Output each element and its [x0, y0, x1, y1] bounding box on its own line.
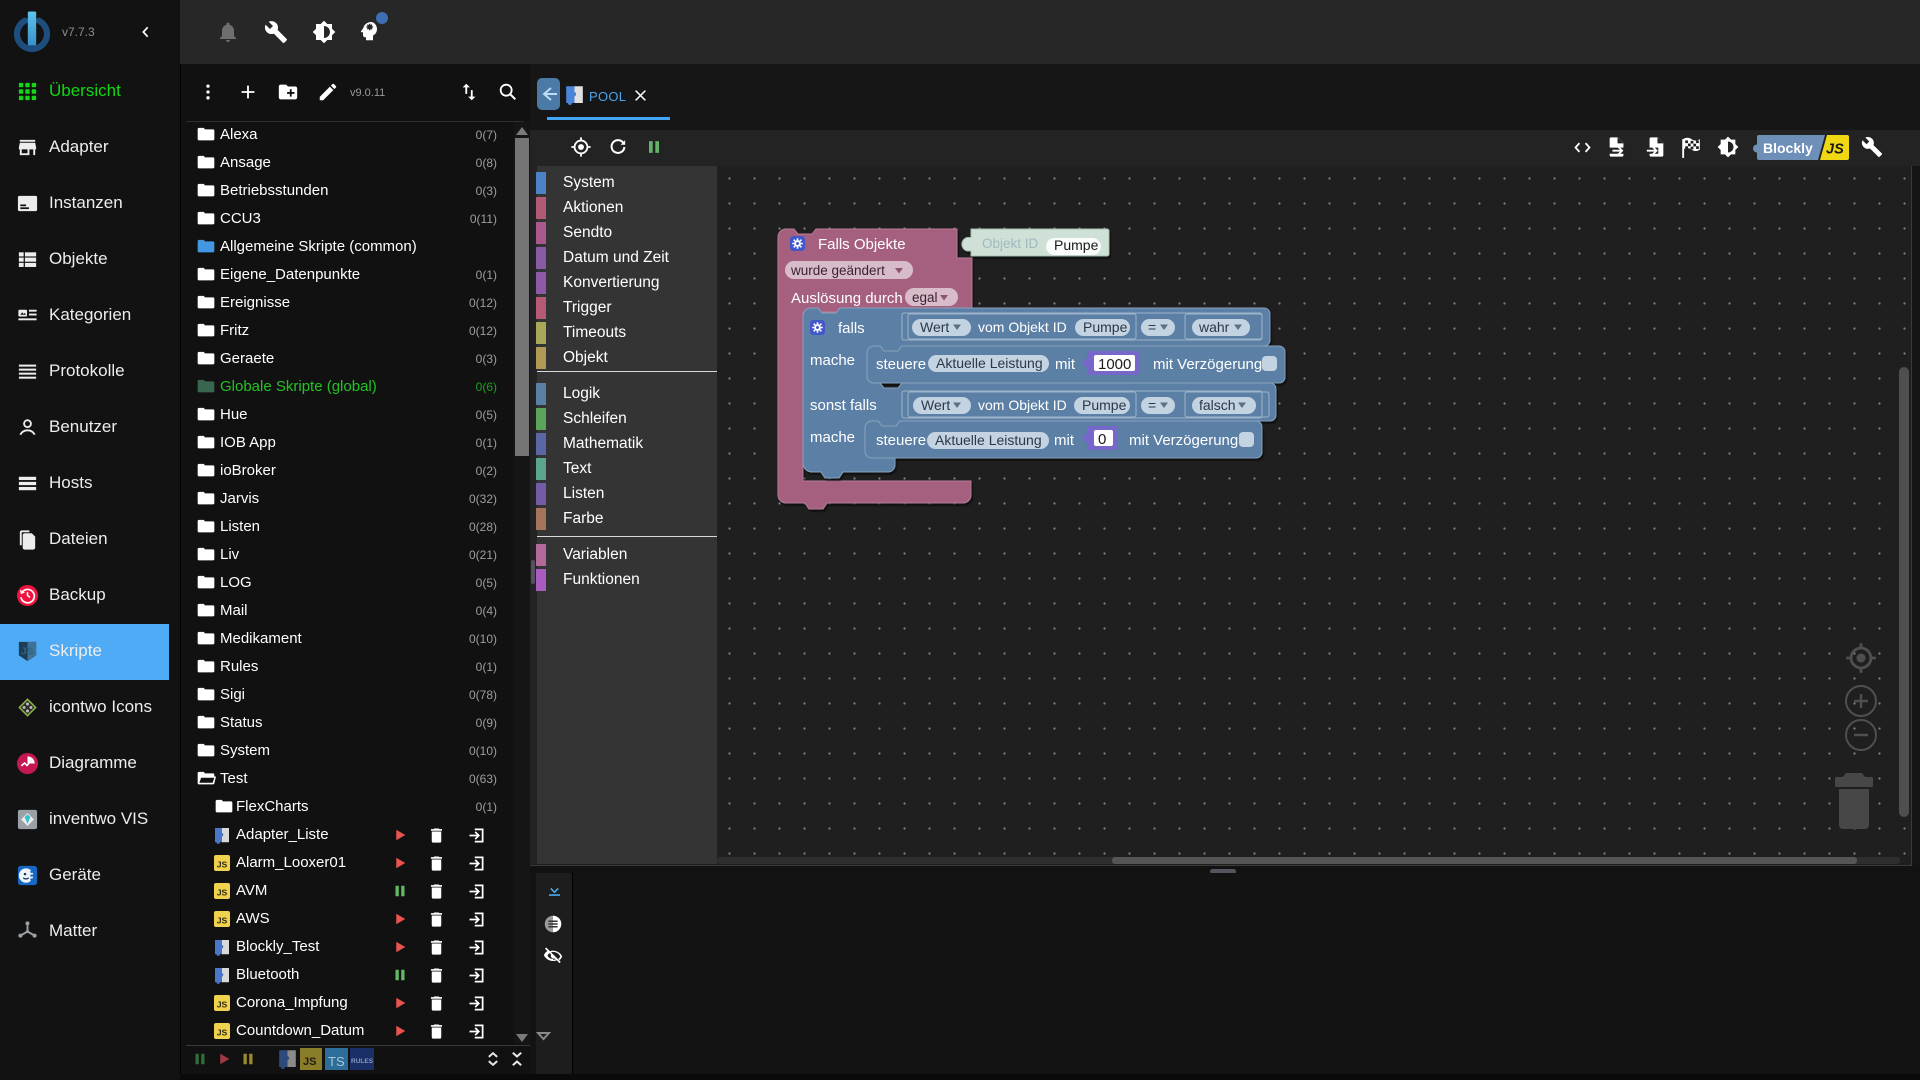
svg-text:mache: mache	[810, 429, 855, 446]
svg-text:S: S	[27, 645, 34, 657]
svg-text:mit Verzögerung: mit Verzögerung	[1129, 432, 1238, 449]
svg-text:Pumpe: Pumpe	[1054, 237, 1099, 253]
svg-text:wahr: wahr	[1198, 319, 1230, 335]
svg-text:falls: falls	[838, 320, 865, 337]
svg-text:=: =	[1148, 397, 1156, 413]
svg-text:Pumpe: Pumpe	[1082, 397, 1127, 413]
svg-text:Blockly: Blockly	[1763, 140, 1813, 156]
svg-text:JS: JS	[217, 916, 228, 926]
svg-text:wurde geändert: wurde geändert	[790, 263, 885, 278]
svg-text:0: 0	[1098, 431, 1106, 448]
svg-text:JS: JS	[217, 888, 228, 898]
svg-text:Auslösung durch: Auslösung durch	[791, 290, 903, 307]
svg-text:1000: 1000	[1098, 356, 1131, 373]
svg-text:mit: mit	[1055, 356, 1076, 373]
svg-text:falsch: falsch	[1199, 397, 1236, 413]
svg-text:Falls Objekte: Falls Objekte	[818, 236, 906, 253]
svg-text:mache: mache	[810, 352, 855, 369]
svg-text:Wert: Wert	[920, 319, 949, 335]
svg-text:sonst falls: sonst falls	[810, 397, 877, 414]
svg-text:steuere: steuere	[876, 356, 926, 373]
svg-text:egal: egal	[912, 290, 938, 305]
svg-text:vom Objekt ID: vom Objekt ID	[978, 319, 1067, 335]
svg-text:JS: JS	[217, 1028, 228, 1038]
svg-text:Objekt ID: Objekt ID	[982, 236, 1039, 251]
svg-text:vom Objekt ID: vom Objekt ID	[978, 397, 1067, 413]
svg-text:JS: JS	[217, 1000, 228, 1010]
svg-text:=: =	[1148, 319, 1156, 335]
svg-text:mit: mit	[1054, 432, 1075, 449]
svg-text:Wert: Wert	[921, 397, 950, 413]
svg-text:steuere: steuere	[876, 432, 926, 449]
svg-text:Aktuelle Leistung: Aktuelle Leistung	[935, 432, 1042, 448]
svg-text:Aktuelle Leistung: Aktuelle Leistung	[936, 355, 1043, 371]
svg-text:Pumpe: Pumpe	[1083, 319, 1128, 335]
svg-text:mit Verzögerung: mit Verzögerung	[1153, 356, 1262, 373]
svg-text:JS: JS	[1826, 142, 1844, 158]
svg-text:JS: JS	[217, 860, 228, 870]
